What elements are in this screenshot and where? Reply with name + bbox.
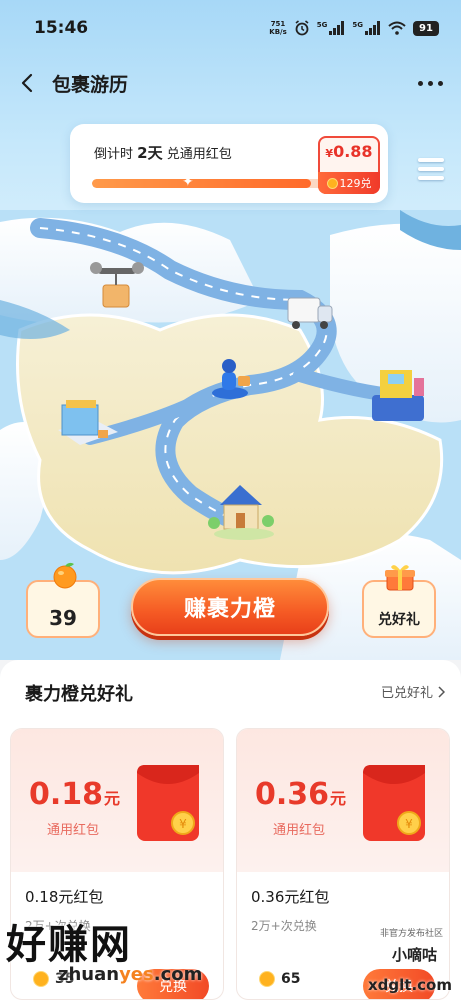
svg-text:¥: ¥	[405, 817, 413, 831]
prize-redeem-count: 2万+次兑换	[251, 919, 317, 933]
countdown-progress-fill	[92, 179, 311, 188]
network-speed: 751 KB/s	[269, 20, 286, 36]
signal-1-label: 5G	[316, 21, 328, 29]
reward-currency-symbol: ¥	[325, 147, 334, 160]
sparkle-icon: ✦	[182, 174, 194, 190]
signal-2-label: 5G	[352, 21, 363, 29]
prize-amount-unit: 元	[104, 789, 121, 808]
signal-bars-2-icon	[365, 21, 380, 35]
redeem-gifts-button[interactable]: 兑好礼	[362, 565, 436, 638]
watermark-right: 小嘀咕	[392, 946, 438, 964]
map-menu-icon[interactable]	[418, 158, 444, 185]
orange-coin-icon	[33, 971, 49, 987]
reward-tag[interactable]: ¥0.88 129兑	[318, 136, 380, 194]
countdown-suffix: 兑通用红包	[166, 147, 232, 162]
prize-amount-value: 0.36	[255, 777, 330, 812]
chevron-right-icon	[438, 685, 445, 698]
countdown-days: 2天	[137, 144, 163, 162]
prize-amount: 0.36元	[255, 777, 346, 812]
orange-coin-icon	[326, 177, 338, 189]
prize-name: 0.36元红包	[251, 888, 330, 906]
red-envelope-icon: ¥	[137, 765, 199, 841]
wifi-icon	[388, 21, 406, 35]
countdown-progress-bar	[92, 179, 322, 188]
reward-price: ¥0.88	[320, 142, 378, 161]
redeemed-gifts-label: 已兑好礼	[380, 686, 433, 701]
countdown-prefix: 倒计时	[94, 147, 134, 162]
watermark-url-prefix: zhuan	[58, 964, 120, 985]
earn-oranges-button[interactable]: 赚裹力橙	[131, 578, 329, 636]
prize-card-header: 0.36元 通用红包 ¥	[237, 729, 449, 872]
reward-cost-text: 129兑	[339, 177, 372, 190]
prize-type: 通用红包	[46, 823, 99, 838]
prize-cost-value: 65	[281, 971, 301, 987]
prize-name: 0.18元红包	[25, 888, 104, 906]
gift-box-icon	[385, 565, 415, 591]
status-time: 15:46	[34, 18, 89, 38]
countdown-card[interactable]: 倒计时 2天 兑通用红包 ✦ ¥0.88 129兑	[70, 124, 388, 203]
network-speed-unit: KB/s	[269, 28, 287, 36]
gift-label: 兑好礼	[378, 612, 420, 628]
prize-card-header: 0.18元 通用红包 ¥	[11, 729, 223, 872]
orange-coin-icon	[259, 971, 275, 987]
watermark-url-suffix: .com	[153, 964, 203, 985]
watermark-url-highlight: yes	[119, 964, 154, 985]
prize-type: 通用红包	[272, 823, 325, 838]
battery-indicator: 91	[413, 20, 439, 36]
reward-amount: 0.88	[333, 142, 373, 161]
rewards-panel-title: 裹力橙兑好礼	[25, 684, 133, 705]
watermark-right-caption: 非官方发布社区	[380, 929, 444, 939]
watermark-main: 好赚网	[6, 922, 132, 968]
svg-text:¥: ¥	[179, 817, 187, 831]
prize-cost: 65	[259, 971, 300, 987]
top-navigation: 包裹游历	[0, 58, 461, 108]
watermark-right-url: xdglt.com	[368, 976, 452, 994]
countdown-text: 倒计时 2天 兑通用红包	[94, 142, 232, 163]
redeemed-gifts-link[interactable]: 已兑好礼	[381, 682, 445, 701]
more-options-icon[interactable]	[410, 73, 443, 94]
page-title: 包裹游历	[52, 73, 129, 96]
signal-bars-1-icon	[329, 21, 345, 35]
back-arrow-icon[interactable]	[18, 73, 38, 93]
reward-cost-badge: 129兑	[318, 172, 380, 194]
network-speed-value: 751	[270, 20, 286, 28]
prize-amount: 0.18元	[29, 777, 120, 812]
prize-amount-unit: 元	[330, 789, 347, 808]
orange-fruit-icon	[53, 562, 77, 589]
alarm-icon	[295, 20, 309, 36]
orange-balance: 39	[26, 562, 100, 638]
status-bar: 15:46 751 KB/s 5G 5G 91	[0, 0, 461, 56]
red-envelope-icon: ¥	[363, 765, 425, 841]
status-icons: 751 KB/s 5G 5G 91	[269, 20, 439, 36]
prize-amount-value: 0.18	[29, 777, 104, 812]
orange-count: 39	[49, 606, 77, 630]
watermark-url: zhuanyes.com	[58, 964, 202, 985]
